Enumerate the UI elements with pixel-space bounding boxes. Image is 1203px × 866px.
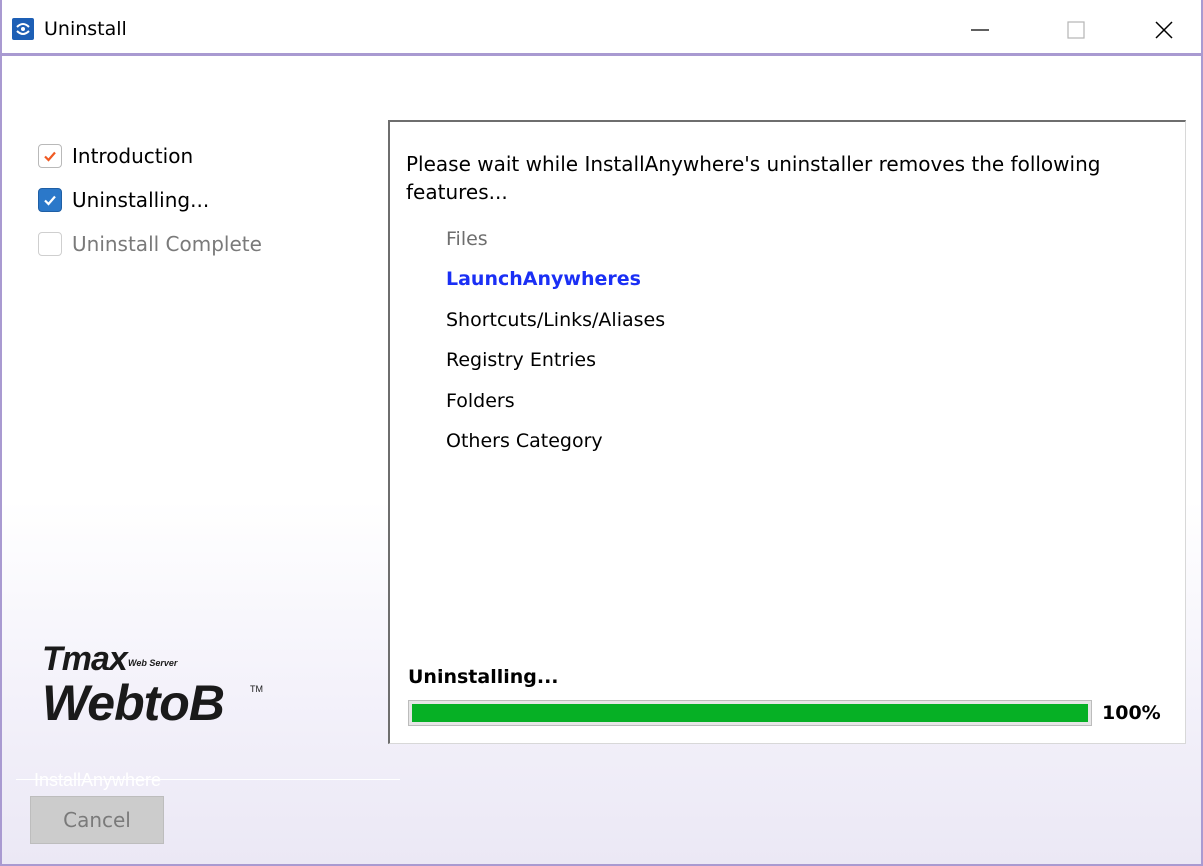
installanywhere-divider: InstallAnywhere xyxy=(16,770,400,790)
content-panel: Please wait while InstallAnywhere's unin… xyxy=(388,120,1186,744)
feature-item: Registry Entries xyxy=(446,349,596,371)
webtob-logo: Tmax Web Server WebtoB TM xyxy=(42,640,282,740)
step-checkbox xyxy=(38,188,62,212)
minimize-icon xyxy=(971,29,989,31)
step-uninstalling: Uninstalling... xyxy=(38,186,209,214)
step-label: Introduction xyxy=(72,144,194,168)
logo-trademark: TM xyxy=(250,684,263,694)
progress-fill xyxy=(412,704,1088,722)
maximize-button[interactable] xyxy=(1056,12,1096,48)
step-checkbox xyxy=(38,144,62,168)
logo-tagline: Web Server xyxy=(128,658,178,668)
feature-item: Others Category xyxy=(446,430,603,452)
step-introduction: Introduction xyxy=(38,142,193,170)
logo-product: WebtoB xyxy=(42,675,225,731)
step-uninstall-complete: Uninstall Complete xyxy=(38,230,262,258)
installer-body: Introduction Uninstalling... Uninstall C… xyxy=(2,56,1201,864)
feature-item: Shortcuts/Links/Aliases xyxy=(446,309,666,331)
progress-label: Uninstalling... xyxy=(408,666,559,688)
vendor-label: InstallAnywhere xyxy=(34,770,162,790)
intro-text: Please wait while InstallAnywhere's unin… xyxy=(406,152,1101,204)
close-button[interactable] xyxy=(1144,12,1184,48)
checkmark-icon xyxy=(44,151,56,162)
feature-item: Folders xyxy=(446,390,515,412)
step-label: Uninstalling... xyxy=(72,188,210,212)
step-checkbox xyxy=(38,232,62,256)
progress-percent: 100% xyxy=(1102,702,1161,724)
cancel-button[interactable]: Cancel xyxy=(30,796,164,844)
maximize-icon xyxy=(1067,21,1085,39)
close-icon xyxy=(1155,21,1173,39)
checkmark-icon xyxy=(44,195,56,206)
installer-icon xyxy=(12,18,34,40)
title-bar: Uninstall xyxy=(2,0,1201,56)
window-title: Uninstall xyxy=(44,18,127,40)
feature-item: Files xyxy=(446,228,488,250)
feature-item: LaunchAnywheres xyxy=(446,268,641,290)
progress-bar xyxy=(408,700,1092,726)
minimize-button[interactable] xyxy=(960,12,1000,48)
uninstall-window: Uninstall Introduction Uninstalling... U… xyxy=(0,0,1203,866)
step-label: Uninstall Complete xyxy=(72,232,262,256)
